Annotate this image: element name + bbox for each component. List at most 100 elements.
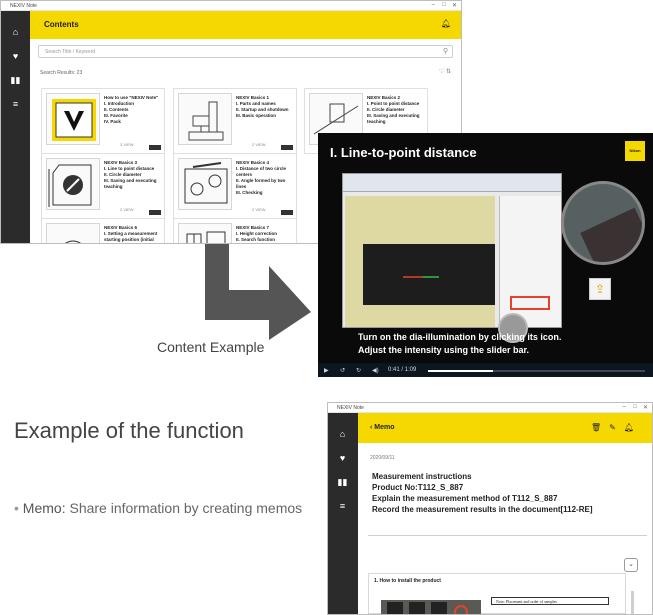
search-icon[interactable]: ⚲ [443,47,448,55]
window-titlebar: NEXIV Note – □ ✕ [1,1,461,11]
close-icon[interactable]: ✕ [643,404,648,411]
diagram-icon [186,231,226,243]
play-icon[interactable]: ▶ [324,367,329,374]
sidebar: ⌂ ♥ ▮▮ ≡ [328,413,358,614]
card-title: NEXIV Basics 1 I. Parts and names II. St… [236,95,289,118]
card-tag [149,145,161,150]
section-title: 1. How to install the product [374,578,441,584]
minimize-icon[interactable]: – [432,2,435,8]
card-thumbnail [178,158,232,210]
card-tag [281,145,293,150]
diagram-icon [48,164,92,207]
scrollbar[interactable] [631,591,634,614]
card-thumbnail [46,93,100,145]
diagram-icon [184,162,228,204]
video-controls: ▶ ↺ ↻ ◀) 0:41 / 1:09 [318,363,653,377]
book-icon[interactable]: ▮▮ [337,477,348,488]
heart-icon[interactable]: ♥ [10,51,21,62]
card-title: NEXIV Basics 4 I. Distance of two circle… [236,160,287,195]
content-card[interactable]: NEXIV Basics 3 I. Line to point distance… [41,153,165,219]
subtitle-line-2: Adjust the intensity using the slider ba… [358,345,530,355]
minimize-icon[interactable]: – [623,404,626,410]
trash-icon: 🗑︎ [590,423,610,432]
illumination-icon: ⇪ [589,278,611,300]
memo-section: 1. How to install the product Note: Plac… [368,573,626,614]
window-title: NEXIV Note [337,405,364,411]
video-player[interactable]: I. Line-to-point distance Nikon ⇪ Turn o… [318,133,653,377]
toolbar [343,174,561,192]
home-icon[interactable]: ⌂ [10,27,21,38]
bullet-dot: • [14,500,23,516]
results-count: Search Results: 23 [40,70,83,76]
card-title: NEXIV Basics 2 I. Point to point distanc… [367,95,420,124]
subtitle-line-1: Turn on the dia-illumination by clicking… [358,332,562,342]
bell-icon: 🔔︎ [623,423,642,432]
product-photo [381,600,481,614]
memo-window: NEXIV Note – □ ✕ ⌂ ♥ ▮▮ ≡ ‹ Memo 🗑︎✎🔔︎ 2… [327,402,653,615]
card-tag [149,210,161,215]
divider [368,535,647,536]
card-tag [281,210,293,215]
card-thumbnail [46,158,100,210]
close-icon[interactable]: ✕ [452,2,457,9]
seek-bar[interactable] [428,370,645,372]
page-title: ‹ Memo [370,424,395,431]
time-display: 0:41 / 1:09 [388,367,417,373]
diagram-icon [65,240,81,243]
maximize-icon[interactable]: □ [442,2,446,8]
memo-line: Product No:T112_S_887 [372,483,464,492]
section-heading: Example of the function [14,418,244,443]
measure-line-icon [403,276,439,278]
memo-icon[interactable]: ≡ [337,501,348,512]
video-title: I. Line-to-point distance [330,145,477,160]
seek-progress [428,370,494,372]
search-placeholder: Search Title / Keyword [45,49,96,55]
sidebar: ⌂ ♥ ▮▮ ≡ [1,11,30,243]
book-icon[interactable]: ▮▮ [10,75,21,86]
content-card[interactable]: NEXIV Basics 1 I. Parts and names II. St… [173,88,297,154]
memo-date: 2020/09/11 [370,455,395,461]
nikon-logo: Nikon [625,141,645,161]
content-card[interactable]: How to use "NEXIV Note" I. Introduction … [41,88,165,154]
memo-line: Record the measurement results in the do… [372,505,593,514]
zoom-callout [561,181,645,265]
window-titlebar: NEXIV Note – □ ✕ [328,403,652,413]
card-title: NEXIV Basics 7 I. Height correction II. … [236,225,278,242]
header-bar: Contents 🔔︎ [30,11,461,39]
nexiv-logo-icon [52,99,96,141]
header-actions[interactable]: 🗑︎✎🔔︎ [591,423,642,432]
chevron-down-icon[interactable]: ⌄ [624,558,638,572]
note-box: Note: Placement and order of samples [491,597,609,605]
highlight-box [510,296,550,310]
content-card[interactable]: NEXIV Basics 6 I. Setting a measurement … [41,218,165,243]
card-thumbnail [46,223,100,243]
memo-body: Measurement instructions Product No:T112… [372,471,652,515]
machine-icon [188,101,224,141]
content-card[interactable]: NEXIV Basics 4 I. Distance of two circle… [173,153,297,219]
zoom-detail [580,207,642,262]
card-views: 2 VIEW [120,207,134,212]
card-views: 2 VIEW [252,142,266,147]
card-views: 2 VIEW [252,207,266,212]
maximize-icon[interactable]: □ [633,404,637,410]
volume-icon[interactable]: ◀) [372,367,379,374]
home-icon[interactable]: ⌂ [337,429,348,440]
memo-line: Measurement instructions [372,472,472,481]
bullet-text: Share information by creating memos [65,500,303,516]
search-input[interactable]: Search Title / Keyword ⚲ [38,45,453,58]
content-caption: Content Example [157,339,265,355]
card-views: 3 VIEW [120,142,134,147]
card-title: NEXIV Basics 3 I. Line to point distance… [104,160,157,189]
filter-icon[interactable]: ♡ ⇅ [439,68,451,75]
content-card[interactable]: NEXIV Basics 7 I. Height correction II. … [173,218,297,243]
memo-icon[interactable]: ≡ [10,99,21,110]
rewind-icon[interactable]: ↺ [340,367,345,374]
arrow-icon [205,244,311,340]
memo-line: Explain the measurement method of T112_S… [372,494,558,503]
edit-icon: ✎ [609,423,624,432]
heart-icon[interactable]: ♥ [337,453,348,464]
bell-icon[interactable]: 🔔︎ [441,19,451,28]
forward-icon[interactable]: ↻ [356,367,361,374]
card-title: How to use "NEXIV Note" I. Introduction … [104,95,159,124]
card-thumbnail [178,93,232,145]
